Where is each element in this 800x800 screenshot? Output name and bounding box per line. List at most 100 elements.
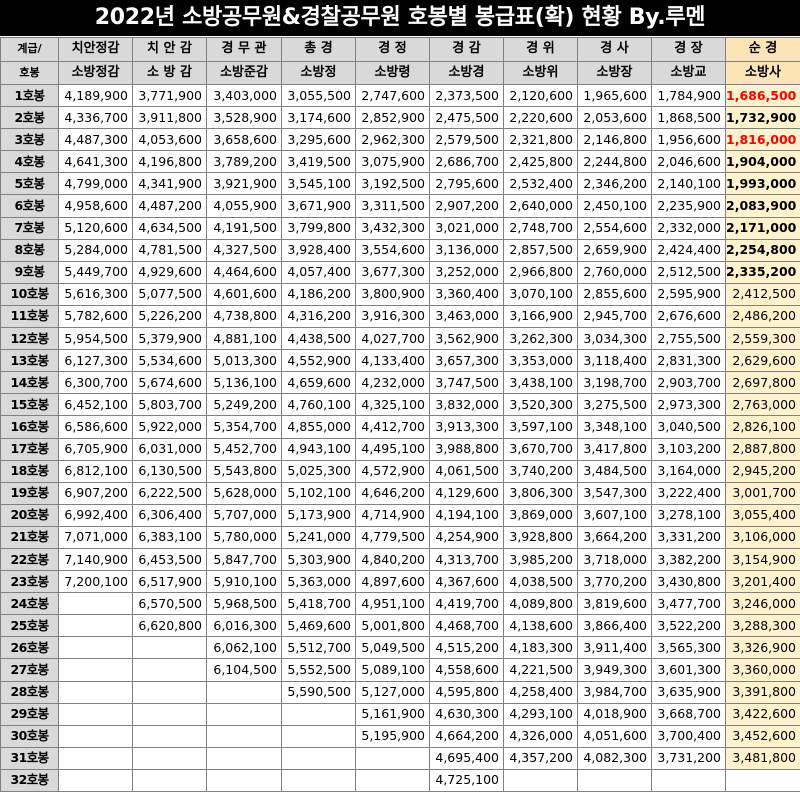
salary-cell: 3,348,100	[577, 415, 652, 439]
salary-cell: 2,903,700	[651, 371, 726, 395]
step-label: 29호봉	[0, 702, 59, 726]
table-row: 3호봉 4,487,300 4,053,600 3,658,600 3,295,600 2…	[0, 128, 800, 152]
salary-cell: 3,430,800	[651, 570, 726, 594]
salary-cell: 4,038,500	[503, 570, 578, 594]
table-row: 28호봉 5,590,500 5,127,000 4,595,800 4,258,400…	[0, 680, 800, 704]
step-label: 20호봉	[0, 503, 59, 527]
salary-cell: 4,326,000	[503, 724, 578, 748]
salary-cell: 4,725,100	[429, 768, 504, 793]
salary-cell: 4,082,300	[577, 746, 652, 770]
salary-cell: 3,174,600	[281, 106, 356, 130]
page-title: 2022년 소방공무원&경찰공무원 호봉별 봉급표(확) 현황 By.루멘	[0, 0, 800, 36]
salary-cell: 3,295,600	[281, 128, 356, 152]
salary-cell: 2,855,600	[577, 282, 652, 306]
salary-cell: 4,183,300	[503, 636, 578, 660]
salary-cell: 4,336,700	[58, 106, 133, 130]
salary-cell: 4,840,200	[355, 547, 430, 572]
salary-cell: 3,070,100	[503, 282, 578, 306]
salary-cell: 6,016,300	[206, 614, 282, 638]
salary-cell: 4,779,500	[355, 525, 430, 549]
salary-cell: 5,077,500	[132, 282, 207, 306]
step-label: 28호봉	[0, 680, 59, 704]
salary-cell: 3,246,000	[725, 592, 800, 616]
salary-cell: 3,601,300	[651, 658, 726, 682]
salary-cell: 2,046,600	[651, 150, 726, 174]
step-label: 27호봉	[0, 658, 59, 682]
salary-cell: 3,911,800	[132, 106, 207, 130]
empty-cell	[58, 768, 133, 793]
salary-cell: 3,106,000	[725, 525, 800, 549]
salary-cell: 4,018,900	[577, 702, 652, 726]
salary-cell: 3,164,000	[651, 459, 726, 483]
table-row: 31호봉 4,695,400 4,357,200 4,082,300 3,731,200…	[0, 746, 800, 770]
table-row: 15호봉 6,452,100 5,803,700 5,249,200 4,760,100…	[0, 393, 800, 417]
salary-cell: 4,051,600	[577, 724, 652, 748]
salary-cell: 2,595,900	[651, 282, 726, 306]
salary-cell: 3,562,900	[429, 327, 504, 351]
salary-cell: 6,062,100	[206, 636, 282, 660]
salary-cell: 5,120,600	[58, 216, 133, 240]
table-row: 10호봉 5,616,300 5,077,500 4,601,600 4,186,200…	[0, 282, 800, 306]
salary-cell: 4,664,200	[429, 724, 504, 748]
salary-cell: 5,284,000	[58, 238, 133, 262]
salary-table-page: 2022년 소방공무원&경찰공무원 호봉별 봉급표(확) 현황 By.루멘 계급…	[0, 0, 800, 800]
salary-cell: 3,658,600	[206, 128, 282, 152]
salary-cell: 5,025,300	[281, 459, 356, 483]
salary-cell: 5,173,900	[281, 503, 356, 527]
salary-cell: 4,191,500	[206, 216, 282, 240]
salary-cell: 4,254,900	[429, 525, 504, 549]
salary-cell: 4,438,500	[281, 327, 356, 351]
salary-cell: 6,031,000	[132, 437, 207, 461]
fire-rank-header: 소방정감	[58, 60, 133, 85]
salary-cell: 3,911,400	[577, 636, 652, 660]
empty-cell	[58, 724, 133, 748]
salary-cell: 3,055,500	[281, 83, 356, 108]
salary-cell: 2,512,500	[651, 260, 726, 284]
salary-cell: 3,419,500	[281, 150, 356, 174]
salary-cell: 4,419,700	[429, 592, 504, 616]
fire-rank-header: 소방위	[503, 60, 578, 85]
salary-cell: 3,597,100	[503, 415, 578, 439]
salary-cell: 3,360,400	[429, 282, 504, 306]
salary-cell: 4,313,700	[429, 547, 504, 572]
police-rank-header: 경 감	[429, 37, 504, 62]
salary-cell: 4,053,600	[132, 128, 207, 152]
salary-cell: 2,907,200	[429, 194, 504, 218]
salary-cell: 3,222,400	[651, 481, 726, 505]
salary-cell: 3,731,200	[651, 746, 726, 770]
salary-cell: 3,789,200	[206, 150, 282, 174]
salary-cell: 4,558,600	[429, 658, 504, 682]
salary-cell: 3,913,300	[429, 415, 504, 439]
salary-cell: 3,275,500	[577, 393, 652, 417]
salary-cell: 5,354,700	[206, 415, 282, 439]
salary-cell: 5,418,700	[281, 592, 356, 616]
table-row: 14호봉 6,300,700 5,674,600 5,136,100 4,659,600…	[0, 371, 800, 395]
salary-cell: 2,532,400	[503, 172, 578, 196]
salary-cell: 2,857,500	[503, 238, 578, 262]
salary-cell: 4,055,900	[206, 194, 282, 218]
salary-cell: 3,166,900	[503, 304, 578, 329]
salary-cell: 2,475,500	[429, 106, 504, 130]
salary-cell: 5,001,800	[355, 614, 430, 638]
empty-cell	[132, 724, 207, 748]
salary-cell: 2,244,800	[577, 150, 652, 174]
salary-cell: 2,747,600	[355, 83, 430, 108]
empty-cell	[281, 702, 356, 726]
salary-cell: 2,332,000	[651, 216, 726, 240]
salary-cell: 4,412,700	[355, 415, 430, 439]
salary-cell: 4,027,700	[355, 327, 430, 351]
salary-cell: 4,189,900	[58, 83, 133, 108]
step-label: 10호봉	[0, 282, 59, 306]
salary-cell: 3,382,200	[651, 547, 726, 572]
empty-cell	[58, 658, 133, 682]
table-row: 19호봉 6,907,200 6,222,500 5,628,000 5,102,100…	[0, 481, 800, 505]
table-row: 2호봉 4,336,700 3,911,800 3,528,900 3,174,600 2…	[0, 106, 800, 130]
salary-cell: 7,200,100	[58, 570, 133, 594]
step-label: 12호봉	[0, 327, 59, 351]
salary-cell: 6,127,300	[58, 349, 133, 373]
step-label: 32호봉	[0, 768, 59, 793]
salary-cell: 6,570,500	[132, 592, 207, 616]
salary-cell: 5,534,600	[132, 349, 207, 373]
salary-cell: 2,697,800	[725, 371, 800, 395]
salary-cell: 2,424,400	[651, 238, 726, 262]
